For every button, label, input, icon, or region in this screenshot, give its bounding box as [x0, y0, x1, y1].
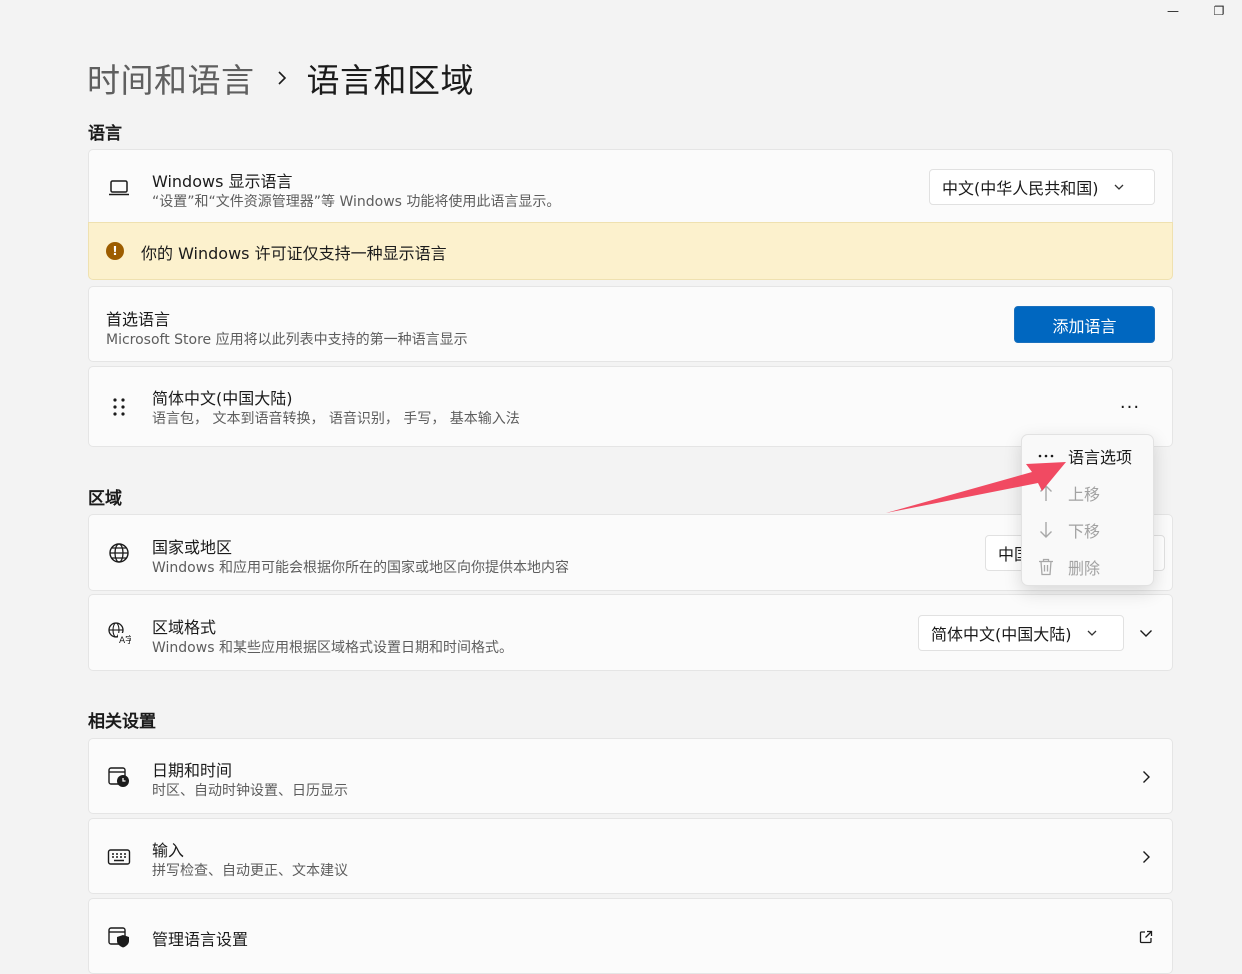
related-admin-language-card[interactable]: 管理语言设置: [88, 898, 1173, 974]
warning-icon: !: [106, 242, 124, 260]
menu-item-language-options[interactable]: 语言选项: [1022, 438, 1155, 474]
menu-item-move-up[interactable]: 上移: [1022, 475, 1155, 511]
country-region-card: 国家或地区 Windows 和应用可能会根据你所在的国家或地区向你提供本地内容 …: [88, 514, 1173, 591]
chevron-right-icon: [1138, 849, 1154, 865]
datetime-title: 日期和时间: [152, 761, 233, 780]
datetime-subtitle: 时区、自动时钟设置、日历显示: [152, 783, 348, 799]
related-input-card[interactable]: 输入 拼写检查、自动更正、文本建议: [88, 818, 1173, 894]
admin-language-title: 管理语言设置: [152, 930, 249, 949]
chevron-down-icon: [1113, 181, 1125, 193]
regional-format-dropdown[interactable]: 简体中文(中国大陆): [918, 615, 1124, 651]
country-region-subtitle: Windows 和应用可能会根据你所在的国家或地区向你提供本地内容: [152, 560, 569, 576]
language-item-subtitle: 语言包， 文本到语音转换， 语音识别， 手写， 基本输入法: [152, 411, 520, 427]
section-title-region: 区域: [88, 489, 122, 509]
arrow-down-icon: [1036, 520, 1056, 540]
arrow-up-icon: [1036, 483, 1056, 503]
chevron-down-icon: [1086, 627, 1098, 639]
external-link-icon: [1138, 929, 1154, 945]
menu-item-label: 删除: [1068, 559, 1101, 578]
preferred-languages-card: 首选语言 Microsoft Store 应用将以此列表中支持的第一种语言显示 …: [88, 286, 1173, 362]
language-list-item[interactable]: 简体中文(中国大陆) 语言包， 文本到语音转换， 语音识别， 手写， 基本输入法…: [88, 366, 1173, 447]
display-language-title: Windows 显示语言: [152, 172, 293, 191]
svg-text:A字: A字: [119, 634, 131, 645]
regional-format-card: A字 区域格式 Windows 和某些应用根据区域格式设置日期和时间格式。 简体…: [88, 594, 1173, 671]
regional-format-value: 简体中文(中国大陆): [931, 625, 1072, 644]
language-item-title: 简体中文(中国大陆): [152, 389, 293, 408]
display-language-card: Windows 显示语言 “设置”和“文件资源管理器”等 Windows 功能将…: [88, 149, 1173, 223]
laptop-icon: [107, 176, 131, 200]
page-title: 语言和区域: [306, 61, 474, 100]
input-subtitle: 拼写检查、自动更正、文本建议: [152, 863, 348, 879]
minimize-button[interactable]: —: [1150, 0, 1196, 22]
admin-shield-icon: [107, 925, 131, 949]
preferred-languages-title: 首选语言: [106, 310, 171, 329]
menu-item-label: 上移: [1068, 485, 1101, 504]
menu-item-label: 语言选项: [1068, 448, 1133, 467]
restore-icon: ❐: [1213, 4, 1225, 18]
minimize-icon: —: [1167, 4, 1179, 18]
trash-icon: [1036, 557, 1056, 577]
menu-item-label: 下移: [1068, 522, 1101, 541]
drag-handle-icon[interactable]: [107, 395, 131, 419]
breadcrumb-parent[interactable]: 时间和语言: [87, 54, 255, 102]
restore-button[interactable]: ❐: [1196, 0, 1242, 22]
breadcrumb: 时间和语言 语言和区域: [87, 56, 474, 100]
display-language-subtitle: “设置”和“文件资源管理器”等 Windows 功能将使用此语言显示。: [152, 194, 561, 210]
regional-format-subtitle: Windows 和某些应用根据区域格式设置日期和时间格式。: [152, 640, 513, 656]
section-title-language: 语言: [88, 124, 122, 144]
expand-chevron-icon[interactable]: [1138, 625, 1154, 641]
menu-item-move-down[interactable]: 下移: [1022, 512, 1155, 548]
more-icon: [1036, 446, 1056, 466]
language-context-menu: 语言选项 上移 下移 删除: [1021, 434, 1154, 586]
menu-item-remove[interactable]: 删除: [1022, 549, 1155, 585]
language-format-icon: A字: [107, 621, 131, 645]
add-language-button[interactable]: 添加语言: [1014, 306, 1155, 343]
display-language-value: 中文(中华人民共和国): [942, 179, 1099, 198]
display-language-dropdown[interactable]: 中文(中华人民共和国): [929, 169, 1155, 205]
calendar-clock-icon: [107, 765, 131, 789]
related-datetime-card[interactable]: 日期和时间 时区、自动时钟设置、日历显示: [88, 738, 1173, 814]
section-title-related: 相关设置: [88, 712, 156, 732]
license-warning-text: 你的 Windows 许可证仅支持一种显示语言: [141, 244, 447, 263]
input-title: 输入: [152, 841, 185, 860]
country-region-title: 国家或地区: [152, 538, 233, 557]
regional-format-title: 区域格式: [152, 618, 217, 637]
license-warning-bar: ! 你的 Windows 许可证仅支持一种显示语言: [88, 222, 1173, 280]
window-controls: — ❐: [1150, 0, 1242, 22]
preferred-languages-subtitle: Microsoft Store 应用将以此列表中支持的第一种语言显示: [106, 332, 468, 348]
chevron-right-icon: [1138, 769, 1154, 785]
globe-icon: [107, 541, 131, 565]
settings-window: — ❐ 时间和语言 语言和区域 语言 Windows 显示语言 “设置”和“文件…: [0, 0, 1242, 974]
keyboard-icon: [107, 845, 131, 869]
breadcrumb-chevron-icon: [273, 69, 291, 87]
more-options-button[interactable]: ···: [1118, 397, 1142, 418]
